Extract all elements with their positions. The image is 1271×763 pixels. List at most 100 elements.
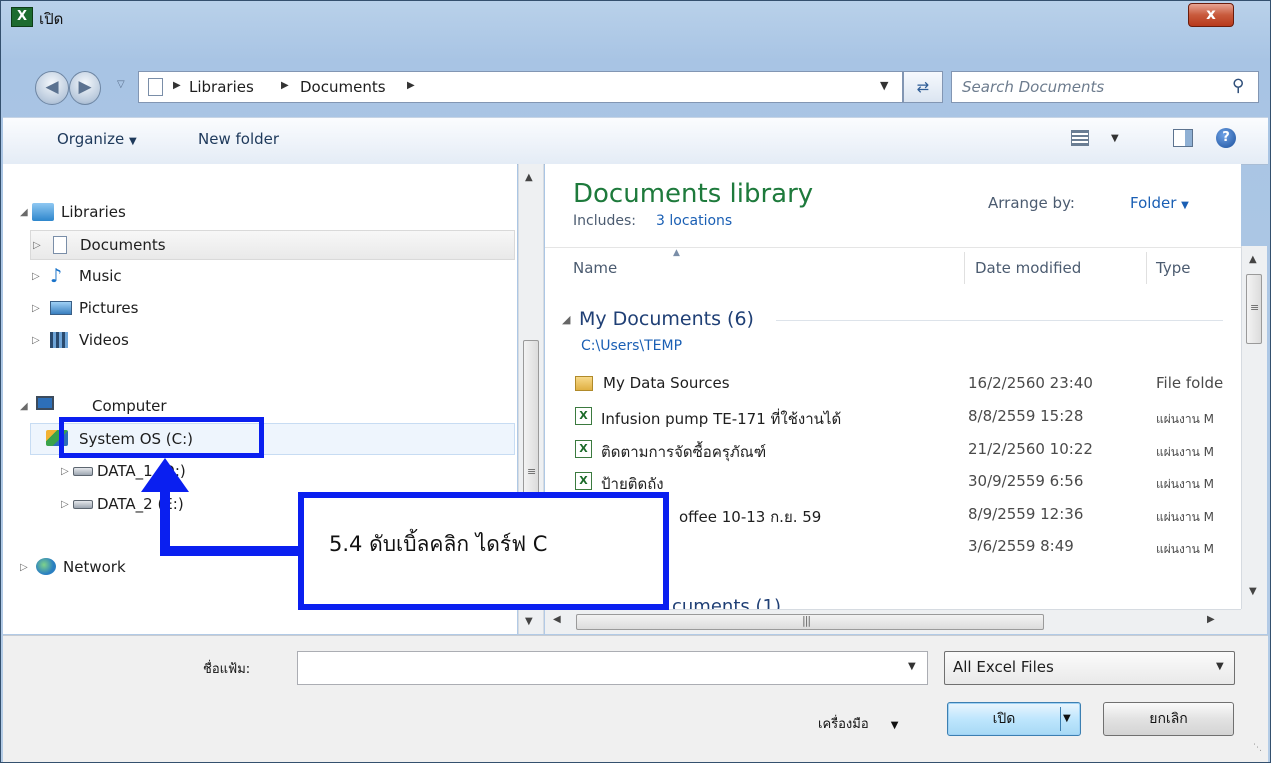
open-options-dropdown-icon[interactable]: ▼: [1063, 703, 1071, 735]
file-type-select[interactable]: All Excel Files ▼: [944, 651, 1235, 685]
breadcrumb-libraries[interactable]: Libraries: [189, 78, 254, 96]
cancel-button[interactable]: ยกเลิก: [1103, 702, 1234, 736]
excel-app-icon: X: [11, 7, 33, 27]
file-type: แผ่นงาน M: [1156, 477, 1214, 491]
includes-locations-link[interactable]: 3 locations: [656, 213, 732, 229]
arrange-by-value: Folder: [1130, 194, 1177, 212]
annotation-text: 5.4 ดับเบิ้ลคลิก ไดร์ฟ C: [329, 532, 548, 556]
nav-libraries[interactable]: ◢ Libraries: [3, 197, 517, 227]
document-location-icon: [148, 78, 163, 96]
view-options-dropdown-icon[interactable]: ▼: [1111, 133, 1119, 144]
scroll-up-icon[interactable]: ▲: [1249, 254, 1257, 265]
recent-pages-dropdown-icon[interactable]: ▽: [117, 79, 125, 90]
group-collapse-icon[interactable]: ◢: [562, 313, 570, 326]
file-name: My Data Sources: [603, 374, 730, 392]
expand-arrow-icon[interactable]: ▷: [32, 262, 40, 292]
search-icon[interactable]: ⚲: [1232, 76, 1244, 96]
column-header-type[interactable]: Type: [1156, 259, 1190, 277]
nav-pictures[interactable]: ▷ Pictures: [3, 293, 517, 323]
scroll-down-icon[interactable]: ▼: [525, 616, 533, 627]
file-row[interactable]: X Infusion pump TE-171 ที่ใช้งานได้ 8/8/…: [545, 401, 1241, 434]
search-input[interactable]: Search Documents: [962, 78, 1104, 96]
column-divider[interactable]: [1146, 252, 1147, 284]
nav-documents[interactable]: ▷ Documents: [30, 230, 515, 260]
title-bar[interactable]: X เปิด x: [1, 1, 1270, 31]
file-row[interactable]: My Data Sources 16/2/2560 23:40 File fol…: [545, 368, 1241, 401]
nav-music[interactable]: ▷ ♪ Music: [3, 261, 517, 291]
drive-icon: [73, 500, 93, 509]
file-name: offee 10-13 ก.ย. 59: [679, 508, 822, 526]
excel-file-icon: X: [575, 407, 592, 425]
excel-file-icon: X: [575, 472, 592, 490]
computer-icon: [36, 396, 54, 410]
resize-grip-icon[interactable]: ⋱: [1253, 743, 1262, 753]
file-type-value: All Excel Files: [953, 658, 1054, 676]
help-icon[interactable]: ?: [1216, 128, 1236, 148]
annotation-arrow-head-icon: [141, 458, 189, 492]
nav-drive-e-label: DATA_2 (E:): [97, 495, 184, 513]
library-title: Documents library: [573, 179, 814, 209]
grip-icon: ≡: [527, 465, 537, 478]
group-divider: [776, 320, 1223, 321]
group-title[interactable]: My Documents (6): [579, 308, 754, 330]
search-box[interactable]: Search Documents ⚲: [951, 71, 1259, 103]
refresh-button[interactable]: ⇄: [903, 71, 943, 103]
chevron-down-icon: ▼: [1216, 661, 1224, 672]
arrange-by-dropdown[interactable]: Folder ▼: [1130, 194, 1189, 212]
horizontal-scrollbar[interactable]: ◀ ||| ▶: [545, 609, 1241, 634]
expand-arrow-icon[interactable]: ▷: [33, 231, 41, 261]
file-name: Infusion pump TE-171 ที่ใช้งานได้: [601, 410, 842, 428]
column-header-date[interactable]: Date modified: [975, 259, 1081, 277]
change-view-icon[interactable]: [1071, 130, 1089, 146]
file-date: 8/9/2559 12:36: [968, 505, 1084, 523]
open-button[interactable]: เปิด ▼: [947, 702, 1081, 736]
expand-arrow-icon[interactable]: ▷: [20, 553, 28, 583]
collapse-arrow-icon[interactable]: ◢: [20, 198, 28, 228]
scroll-up-icon[interactable]: ▲: [525, 172, 533, 183]
file-date: 8/8/2559 15:28: [968, 407, 1084, 425]
nav-drive-d[interactable]: ▷ DATA_1 (D:): [3, 456, 517, 486]
column-header-name[interactable]: Name: [573, 259, 617, 277]
organize-label: Organize: [57, 130, 125, 148]
annotation-arrow-connector: [160, 546, 300, 556]
column-divider[interactable]: [964, 252, 965, 284]
address-history-dropdown-icon[interactable]: ▼: [880, 79, 888, 92]
filename-combobox[interactable]: ▼: [297, 651, 928, 685]
chevron-down-icon: ▼: [1181, 200, 1189, 211]
organize-button[interactable]: Organize ▼: [57, 130, 137, 148]
music-icon: ♪: [50, 265, 63, 287]
address-bar[interactable]: ▶ Libraries ▶ Documents ▶ ▼: [138, 71, 903, 103]
chevron-down-icon: ▼: [890, 720, 899, 731]
expand-arrow-icon[interactable]: ▷: [61, 490, 69, 520]
forward-button[interactable]: ▶: [69, 71, 101, 105]
filename-label: ชื่อแฟ้ม:: [203, 662, 251, 677]
nav-videos[interactable]: ▷ Videos: [3, 325, 517, 355]
scroll-thumb[interactable]: |||: [576, 614, 1044, 630]
expand-arrow-icon[interactable]: ▷: [61, 457, 69, 487]
collapse-arrow-icon[interactable]: ◢: [20, 392, 28, 422]
network-icon: [36, 558, 56, 575]
breadcrumb-documents[interactable]: Documents: [300, 78, 386, 96]
breadcrumb-separator-icon: ▶: [173, 80, 181, 91]
close-button[interactable]: x: [1188, 3, 1234, 27]
file-row[interactable]: X ติดตามการจัดซื้อครุภัณฑ์ 21/2/2560 10:…: [545, 434, 1241, 467]
arrange-by-label: Arrange by:: [988, 194, 1075, 212]
scrollbar-corner: [1241, 609, 1267, 634]
preview-pane-icon[interactable]: [1173, 129, 1193, 147]
nav-network-label: Network: [63, 558, 126, 576]
includes-label: Includes:: [573, 213, 636, 229]
command-toolbar: Organize ▼ New folder ▼ ?: [3, 117, 1268, 165]
chevron-down-icon[interactable]: ▼: [908, 661, 916, 672]
new-folder-button[interactable]: New folder: [198, 130, 279, 148]
tools-button[interactable]: เครื่องมือ ▼: [818, 713, 899, 734]
back-button[interactable]: ◀: [35, 71, 69, 105]
scroll-left-icon[interactable]: ◀: [553, 614, 561, 625]
expand-arrow-icon[interactable]: ▷: [32, 294, 40, 324]
scroll-down-icon[interactable]: ▼: [1249, 586, 1257, 597]
scroll-right-icon[interactable]: ▶: [1207, 614, 1215, 625]
expand-arrow-icon[interactable]: ▷: [32, 326, 40, 356]
group-path-link[interactable]: C:\Users\TEMP: [581, 338, 682, 354]
file-list-scrollbar[interactable]: ▲ ≡ ▼: [1241, 246, 1267, 609]
split-divider: [1060, 707, 1061, 731]
scroll-thumb[interactable]: ≡: [1246, 274, 1262, 344]
